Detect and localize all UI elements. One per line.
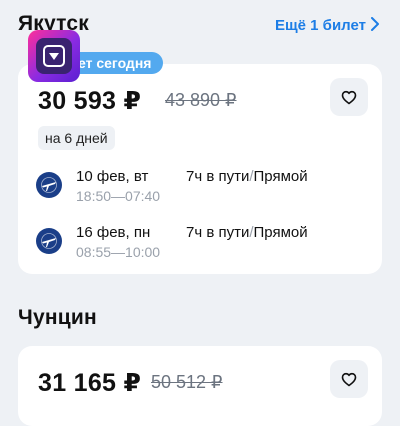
segment-travel-time: 7ч в пути	[186, 168, 250, 185]
segment-times: 18:50—07:40	[76, 188, 160, 204]
segment-arrive-time: 07:40	[125, 188, 161, 204]
segment-times: 08:55—10:00	[76, 244, 160, 260]
time-separator: —	[111, 244, 126, 260]
more-tickets-link[interactable]: Ещё 1 билет	[275, 16, 380, 34]
airline-logo-icon	[36, 172, 62, 198]
ticket-card-yakutsk[interactable]: 30 593 ₽ 43 890 ₽ на 6 дней 10 фев, вт 1…	[18, 64, 382, 274]
segment-travel-info: 7ч в пути/Прямой	[186, 168, 308, 185]
favorite-button[interactable]	[330, 78, 368, 116]
ticket-old-price: 50 512 ₽	[151, 372, 223, 392]
favorite-button[interactable]	[330, 360, 368, 398]
section-title-chongqing: Чунцин	[18, 306, 97, 329]
segment-date: 10 фев, вт	[76, 168, 149, 185]
segment-depart-time: 08:55	[76, 244, 112, 260]
ticket-price: 31 165 ₽	[38, 369, 142, 397]
segment-type: Прямой	[253, 224, 308, 241]
flight-segment: 16 фев, пн 08:55—10:00 7ч в пути/Прямой	[36, 224, 376, 264]
ticket-price: 30 593 ₽	[38, 87, 142, 115]
app-logo-icon	[43, 45, 65, 67]
chevron-right-icon	[370, 16, 380, 34]
flight-segment: 10 фев, вт 18:50—07:40 7ч в пути/Прямой	[36, 168, 376, 208]
airline-logo-icon	[36, 228, 62, 254]
segment-travel-info: 7ч в пути/Прямой	[186, 224, 308, 241]
segment-arrive-time: 10:00	[125, 244, 161, 260]
trip-duration-tag: на 6 дней	[38, 126, 115, 150]
time-separator: —	[111, 188, 126, 204]
segment-travel-time: 7ч в пути	[186, 224, 250, 241]
heart-outline-icon	[341, 372, 357, 386]
ticket-card-chongqing[interactable]: 31 165 ₽ 50 512 ₽	[18, 346, 382, 426]
app-icon[interactable]	[28, 30, 80, 82]
segment-depart-time: 18:50	[76, 188, 112, 204]
segment-date: 16 фев, пн	[76, 224, 151, 241]
heart-outline-icon	[341, 90, 357, 104]
more-tickets-label: Ещё 1 билет	[275, 16, 366, 34]
segment-type: Прямой	[253, 168, 308, 185]
ticket-old-price: 43 890 ₽	[165, 90, 237, 110]
